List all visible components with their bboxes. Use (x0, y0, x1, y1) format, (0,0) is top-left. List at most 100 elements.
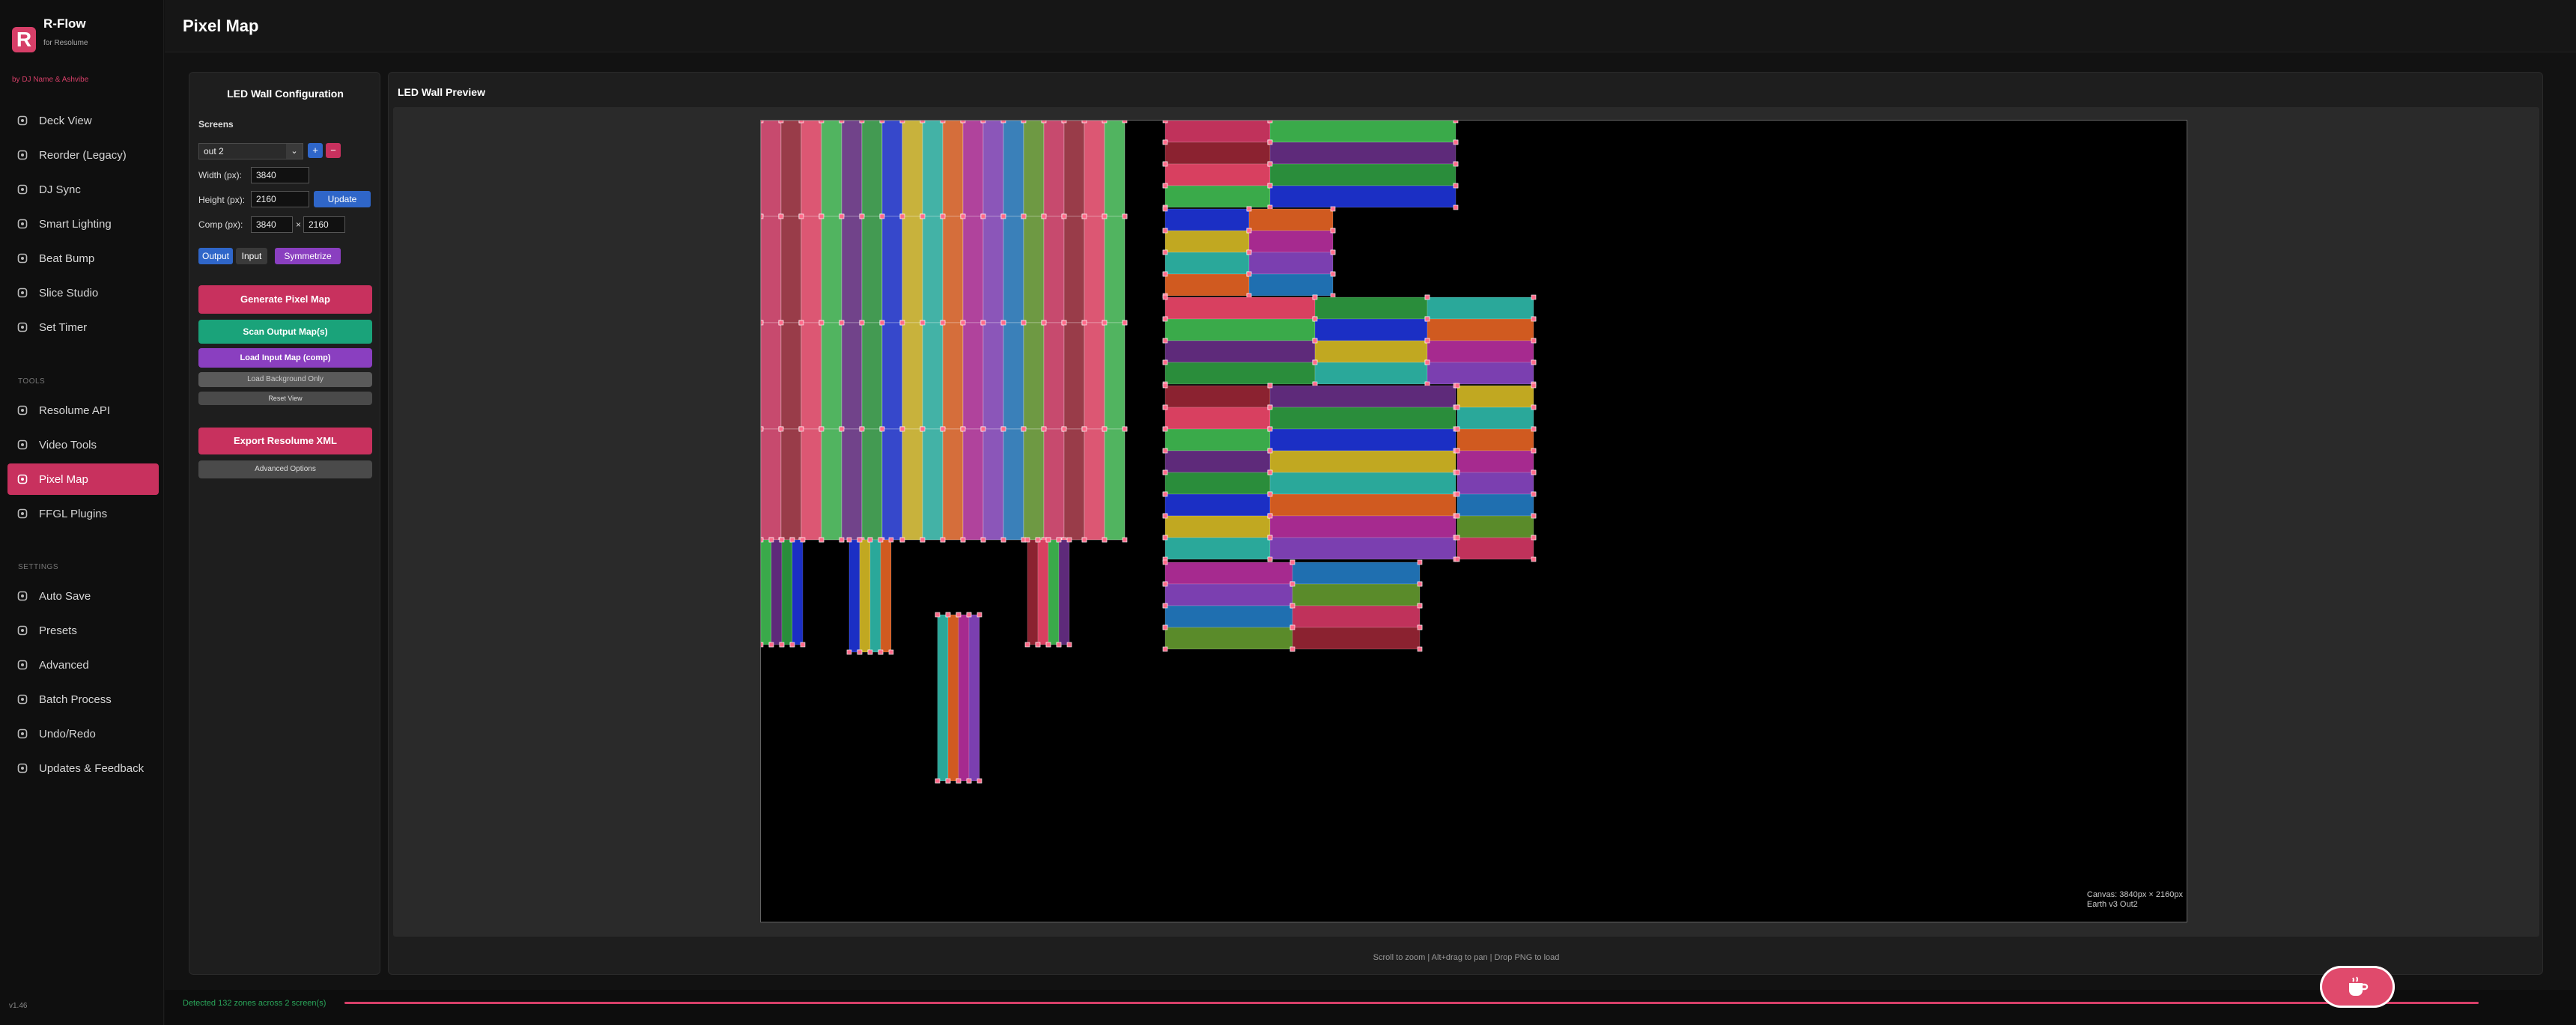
panel-handle[interactable] (1531, 404, 1537, 410)
load-background-button[interactable]: Load Background Only (198, 372, 372, 387)
panel-handle[interactable] (1061, 213, 1067, 219)
panel-handle[interactable] (1424, 359, 1430, 365)
panel-handle[interactable] (798, 426, 804, 432)
panel-handle[interactable] (1162, 271, 1168, 277)
sidebar-item-auto-save[interactable]: Auto Save (7, 580, 159, 612)
panel-handle[interactable] (899, 121, 905, 124)
panel-handle[interactable] (1021, 213, 1027, 219)
panel-handle[interactable] (980, 537, 986, 543)
panel-handle[interactable] (1330, 228, 1336, 234)
panel-handle[interactable] (888, 649, 894, 655)
panel-handle[interactable] (1041, 426, 1047, 432)
panel-handle[interactable] (798, 121, 804, 124)
panel-handle[interactable] (1162, 206, 1168, 212)
panel-handle[interactable] (966, 778, 972, 784)
panel-handle[interactable] (1102, 320, 1108, 326)
panel-handle[interactable] (1454, 513, 1460, 519)
panel-handle[interactable] (789, 537, 795, 543)
panel-handle[interactable] (1424, 294, 1430, 300)
panel-handle[interactable] (960, 213, 966, 219)
sidebar-item-beat-bump[interactable]: Beat Bump (7, 243, 159, 274)
panel-handle[interactable] (920, 537, 926, 543)
panel-handle[interactable] (1081, 537, 1087, 543)
panel-handle[interactable] (976, 612, 982, 618)
panel-handle[interactable] (1267, 491, 1273, 497)
panel-handle[interactable] (1035, 537, 1041, 543)
sidebar-item-advanced[interactable]: Advanced (7, 649, 159, 681)
sidebar-item-presets[interactable]: Presets (7, 615, 159, 646)
panel-handle[interactable] (839, 537, 845, 543)
panel-handle[interactable] (1312, 359, 1318, 365)
panel-handle[interactable] (1024, 537, 1030, 543)
panel-handle[interactable] (1162, 559, 1168, 565)
panel-handle[interactable] (1162, 491, 1168, 497)
panel-handle[interactable] (1246, 271, 1252, 277)
panel-handle[interactable] (839, 320, 845, 326)
panel-handle[interactable] (1162, 161, 1168, 167)
panel-handle[interactable] (940, 426, 946, 432)
panel-handle[interactable] (1453, 204, 1459, 210)
panel-handle[interactable] (1162, 603, 1168, 609)
panel-handle[interactable] (879, 213, 885, 219)
panel-handle[interactable] (945, 612, 951, 618)
panel-handle[interactable] (1330, 206, 1336, 212)
panel-handle[interactable] (960, 537, 966, 543)
panel-handle[interactable] (1531, 359, 1537, 365)
panel-handle[interactable] (940, 121, 946, 124)
panel-handle[interactable] (1454, 448, 1460, 454)
panel-handle[interactable] (1066, 642, 1072, 648)
panel-handle[interactable] (859, 426, 865, 432)
panel-handle[interactable] (1162, 513, 1168, 519)
panel-handle[interactable] (800, 537, 806, 543)
panel-handle[interactable] (1267, 121, 1273, 124)
panel-handle[interactable] (1162, 646, 1168, 652)
panel-handle[interactable] (1122, 213, 1128, 219)
panel-handle[interactable] (1162, 228, 1168, 234)
panel-handle[interactable] (857, 537, 863, 543)
panel-handle[interactable] (956, 612, 962, 618)
panel-handle[interactable] (859, 121, 865, 124)
panel-handle[interactable] (1000, 320, 1006, 326)
sidebar-item-set-timer[interactable]: Set Timer (7, 311, 159, 343)
panel-handle[interactable] (976, 778, 982, 784)
panel-handle[interactable] (1289, 646, 1295, 652)
panel-handle[interactable] (1417, 624, 1423, 630)
panel-handle[interactable] (966, 612, 972, 618)
panel-handle[interactable] (980, 320, 986, 326)
panel-handle[interactable] (778, 426, 784, 432)
panel-handle[interactable] (761, 642, 764, 648)
load-input-map-button[interactable]: Load Input Map (comp) (198, 348, 372, 368)
panel-handle[interactable] (778, 213, 784, 219)
panel-handle[interactable] (1289, 603, 1295, 609)
panel-handle[interactable] (818, 320, 824, 326)
panel-handle[interactable] (1267, 404, 1273, 410)
panel-handle[interactable] (1453, 161, 1459, 167)
panel-handle[interactable] (899, 320, 905, 326)
panel-handle[interactable] (1424, 338, 1430, 344)
panel-handle[interactable] (980, 213, 986, 219)
panel-handle[interactable] (1162, 469, 1168, 475)
panel-handle[interactable] (761, 537, 764, 543)
panel-handle[interactable] (940, 320, 946, 326)
panel-handle[interactable] (857, 649, 863, 655)
panel-handle[interactable] (800, 642, 806, 648)
panel-handle[interactable] (940, 213, 946, 219)
panel-handle[interactable] (1162, 426, 1168, 432)
panel-handle[interactable] (1102, 426, 1108, 432)
panel-handle[interactable] (779, 642, 785, 648)
panel-handle[interactable] (980, 121, 986, 124)
panel-handle[interactable] (1162, 316, 1168, 322)
panel-handle[interactable] (1081, 426, 1087, 432)
panel-handle[interactable] (1061, 426, 1067, 432)
panel-handle[interactable] (859, 320, 865, 326)
panel-handle[interactable] (1122, 320, 1128, 326)
panel-handle[interactable] (818, 121, 824, 124)
panel-handle[interactable] (1417, 559, 1423, 565)
coffee-support-button[interactable] (2320, 966, 2395, 1008)
panel-handle[interactable] (1081, 121, 1087, 124)
panel-handle[interactable] (879, 320, 885, 326)
panel-handle[interactable] (1531, 426, 1537, 432)
panel-handle[interactable] (899, 213, 905, 219)
panel-handle[interactable] (798, 213, 804, 219)
panel-handle[interactable] (960, 121, 966, 124)
